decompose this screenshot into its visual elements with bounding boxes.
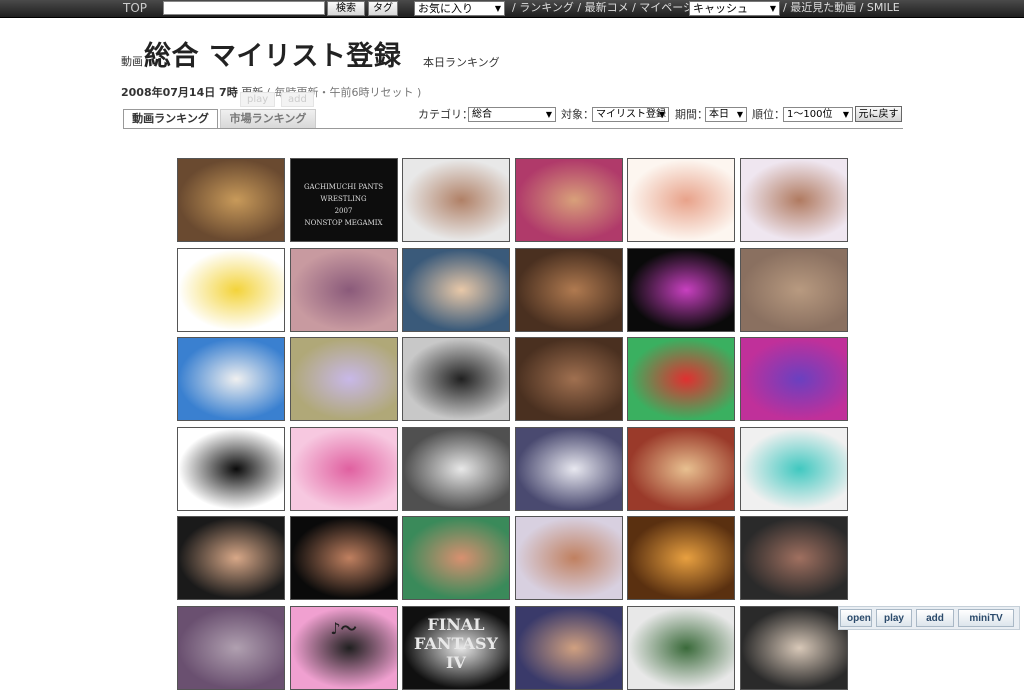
category-select[interactable]: 総合 ▼ <box>468 107 556 122</box>
video-thumbnail[interactable] <box>289 337 398 421</box>
search-input[interactable] <box>163 1 325 15</box>
video-thumbnail[interactable] <box>514 337 623 421</box>
page-title: 総合 マイリスト登録 <box>144 41 402 72</box>
video-thumbnail[interactable] <box>739 605 848 690</box>
video-thumbnail[interactable] <box>627 247 735 332</box>
tab-market-ranking[interactable]: 市場ランキング <box>220 109 316 128</box>
video-thumbnail[interactable] <box>289 516 398 600</box>
video-thumbnail[interactable] <box>177 426 285 511</box>
target-value: マイリスト登録 <box>596 109 666 120</box>
nav-links[interactable]: / ランキング / 最新コメ / マイページ / <box>512 0 701 16</box>
chevron-down-icon: ▼ <box>736 110 743 119</box>
ghost-add-button[interactable]: add <box>281 92 314 107</box>
video-thumbnail[interactable] <box>177 158 285 242</box>
cache-select[interactable]: キャッシュ ▼ <box>689 1 780 16</box>
add-button[interactable]: add <box>916 609 954 627</box>
open-button[interactable]: open <box>840 609 872 627</box>
period-label: 期間： <box>675 108 708 121</box>
tab-video-ranking[interactable]: 動画ランキング <box>123 109 218 129</box>
thumbnail-caption: GACHIMUCHI PANTS WRESTLING 2007 NONSTOP … <box>303 183 384 227</box>
video-thumbnail[interactable] <box>514 158 623 242</box>
title-suffix: 本日ランキング <box>423 56 500 69</box>
top-navigation-bar: TOP 検索 タグ お気に入り ▼ / ランキング / 最新コメ / マイページ… <box>0 0 1024 18</box>
video-thumbnail[interactable] <box>289 247 398 332</box>
video-thumbnail[interactable] <box>739 247 848 332</box>
category-value: 総合 <box>472 109 492 120</box>
video-thumbnail[interactable] <box>627 337 735 421</box>
video-thumbnail[interactable] <box>627 516 735 600</box>
video-thumbnail[interactable] <box>402 337 510 421</box>
video-thumbnail[interactable] <box>739 158 848 242</box>
video-thumbnail[interactable] <box>739 516 848 600</box>
favorites-select-value: お気に入り <box>418 2 473 15</box>
video-thumbnail[interactable]: ♪～ <box>289 605 398 690</box>
thumbnail-caption: FINAL FANTASY IV <box>414 614 498 672</box>
rank-value: 1～100位 <box>787 109 833 120</box>
period-select[interactable]: 本日 ▼ <box>705 107 747 122</box>
video-thumbnail[interactable] <box>177 605 285 690</box>
video-thumbnail[interactable] <box>402 247 510 332</box>
tab-divider <box>123 128 903 129</box>
video-thumbnail[interactable] <box>739 337 848 421</box>
chevron-down-icon: ▼ <box>494 4 501 13</box>
video-thumbnail[interactable] <box>177 516 285 600</box>
title-prefix: 動画 <box>121 55 143 68</box>
period-value: 本日 <box>709 109 729 120</box>
favorites-select[interactable]: お気に入り ▼ <box>414 1 505 16</box>
category-label: カテゴリ： <box>418 108 473 121</box>
top-link[interactable]: TOP <box>123 0 147 16</box>
video-thumbnail[interactable] <box>627 158 735 242</box>
minitv-button[interactable]: miniTV <box>958 609 1014 627</box>
cache-select-value: キャッシュ <box>693 2 748 15</box>
target-label: 対象： <box>561 108 594 121</box>
video-thumbnail[interactable] <box>289 426 398 511</box>
video-thumbnail[interactable] <box>402 426 510 511</box>
video-thumbnail[interactable] <box>177 337 285 421</box>
chevron-down-icon: ▼ <box>842 110 849 119</box>
video-thumbnail[interactable] <box>514 247 623 332</box>
video-thumbnail[interactable] <box>402 516 510 600</box>
video-thumbnail[interactable] <box>514 426 623 511</box>
video-thumbnail[interactable] <box>177 247 285 332</box>
tag-search-button[interactable]: タグ <box>368 1 398 16</box>
reset-button[interactable]: 元に戻す <box>855 106 902 122</box>
video-thumbnail[interactable] <box>514 516 623 600</box>
ranking-date: 2008年07月14日 7時 <box>121 86 238 99</box>
video-thumbnail[interactable] <box>739 426 848 511</box>
ghost-play-button[interactable]: play <box>240 92 276 107</box>
chevron-down-icon: ▼ <box>545 110 552 119</box>
rank-select[interactable]: 1～100位 ▼ <box>783 107 853 122</box>
video-thumbnail[interactable]: FINAL FANTASY IV <box>402 605 510 690</box>
thumbnail-caption: ♪～ <box>330 618 357 638</box>
video-thumbnail[interactable] <box>627 426 735 511</box>
rank-label: 順位： <box>752 108 785 121</box>
nav-links-secondary[interactable]: / 最近見た動画 / SMILE <box>783 0 900 16</box>
video-thumbnail[interactable] <box>514 605 623 690</box>
play-button[interactable]: play <box>876 609 912 627</box>
video-thumbnail[interactable]: GACHIMUCHI PANTS WRESTLING 2007 NONSTOP … <box>289 158 398 242</box>
chevron-down-icon: ▼ <box>769 4 776 13</box>
video-thumbnail[interactable] <box>402 158 510 242</box>
chevron-down-icon: ▼ <box>658 110 665 119</box>
target-select[interactable]: マイリスト登録 ▼ <box>592 107 669 122</box>
search-button[interactable]: 検索 <box>327 1 365 16</box>
video-thumbnail[interactable] <box>627 605 735 690</box>
